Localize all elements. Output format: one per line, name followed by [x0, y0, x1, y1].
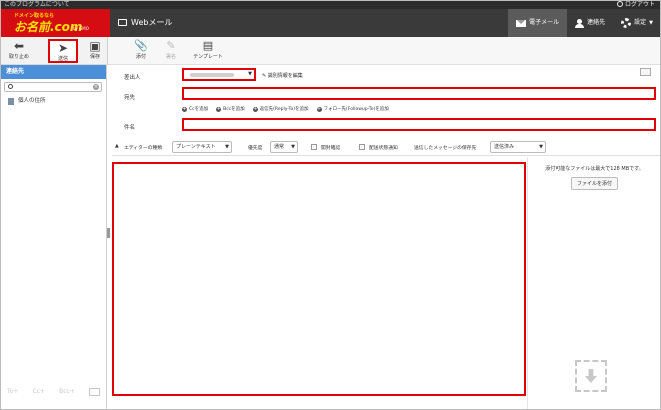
save-button[interactable]: ▣ 保存 — [80, 39, 110, 63]
read-receipt-label: 開封確認 — [321, 146, 341, 151]
attach-label: 添付 — [135, 54, 146, 60]
chevron-down-icon: ▼ — [291, 144, 295, 150]
download-arrow-icon — [585, 369, 597, 383]
nav-settings[interactable]: 設定 ▼ — [613, 9, 661, 37]
save-sent-label: 送信したメッセージの保存先 — [414, 146, 477, 151]
compose-options-row: ▲ エディターの種類 プレーンテキスト ▼ 優先度 通常 ▼ 開封確認 配送状態通知… — [112, 139, 661, 156]
sidebar-resize-handle[interactable] — [107, 228, 110, 238]
cancel-button[interactable]: ⬅ 取り止め — [4, 39, 34, 63]
logout-label: ログアウト — [624, 1, 655, 8]
cancel-label: 取り止め — [8, 54, 29, 60]
recipient-add-buttons: To+ Cc+ Bcc+ — [0, 388, 107, 396]
add-to-button[interactable]: To+ — [7, 388, 18, 396]
priority-value: 通常 — [274, 144, 285, 150]
attach-button[interactable]: 📎 添付 — [126, 39, 156, 63]
editor-type-select[interactable]: プレーンテキスト ▼ — [172, 141, 232, 153]
contacts-sidebar: 連絡先 × 個人の住所 To+ Cc+ Bcc+ — [0, 65, 107, 410]
chevron-down-icon: ▼ — [248, 71, 252, 77]
add-cc-link[interactable]: Ccを追加 — [182, 106, 208, 112]
nav-contacts-label: 連絡先 — [587, 19, 606, 26]
nav-settings-label: 設定 — [634, 19, 647, 26]
from-select[interactable]: ▼ — [182, 68, 256, 81]
vcard-icon[interactable] — [88, 388, 100, 396]
add-cc-button[interactable]: Cc+ — [32, 388, 45, 396]
header-bar: ドメイン取るなら お名前.com by GMO Webメール 電子メール 連絡先… — [0, 9, 661, 37]
contacts-search-input[interactable]: × — [4, 82, 102, 92]
header-nav: 電子メール 連絡先 設定 ▼ — [508, 9, 661, 37]
attachment-divider — [527, 157, 528, 410]
message-body-textarea[interactable] — [112, 162, 526, 396]
chevron-down-icon: ▼ — [649, 20, 653, 26]
nav-mail[interactable]: 電子メール — [508, 9, 568, 37]
save-box-icon: ▣ — [89, 39, 101, 53]
delivery-status-checkbox[interactable] — [359, 144, 365, 150]
app-title-label: Webメール — [131, 18, 173, 27]
editor-type-label: エディターの種類 — [124, 146, 163, 151]
signature-label: 署名 — [165, 54, 176, 60]
envelope-icon — [516, 19, 527, 27]
arrow-left-icon: ⬅ — [13, 39, 25, 53]
template-label: テンプレート — [193, 54, 223, 60]
document-icon: ▤ — [202, 39, 214, 52]
from-value-redacted — [190, 73, 234, 77]
edit-identity-link[interactable]: ✎ 識別情報を編集 — [262, 72, 303, 79]
logo-sub: by GMO — [73, 26, 89, 31]
attachment-limit-text: 添付可能なファイルは最大で128 MBです。 — [545, 166, 644, 172]
left-toolbar: ⬅ 取り止め ➤ 送信 ▣ 保存 — [0, 37, 108, 65]
chevron-down-icon: ▼ — [225, 144, 229, 150]
compose-toolbar: 📎 添付 ✎ 署名 ▤ テンプレート — [108, 37, 661, 65]
file-drop-zone[interactable] — [575, 360, 607, 392]
priority-label: 優先度 — [248, 146, 263, 151]
sidebar-item-label: 個人の住所 — [18, 98, 46, 104]
subject-label: 件名 — [124, 125, 136, 131]
app-title: Webメール — [118, 9, 172, 37]
sidebar-title: 連絡先 — [0, 65, 106, 79]
top-strip: このプログラムについて ログアウト — [0, 0, 661, 9]
monitor-icon — [118, 19, 127, 26]
subject-input[interactable] — [182, 118, 656, 131]
logout-link[interactable]: ログアウト — [616, 0, 655, 9]
nav-mail-label: 電子メール — [529, 19, 560, 26]
to-label: 宛先 — [124, 95, 136, 101]
add-header-links: Ccを追加 Bccを追加 返信先(Reply-To)を追加 フォロー先(Foll… — [182, 106, 389, 112]
edit-identity-label: 識別情報を編集 — [267, 73, 303, 79]
add-followup-to-link[interactable]: フォロー先(Followup-To)を追加 — [317, 106, 389, 112]
save-label: 保存 — [89, 54, 100, 60]
address-book-icon — [8, 97, 14, 105]
collapse-icon[interactable]: ▲ — [115, 144, 119, 149]
paper-plane-icon: ➤ — [57, 41, 69, 55]
add-reply-to-link[interactable]: 返信先(Reply-To)を追加 — [253, 106, 309, 112]
save-sent-value: 送信済み — [494, 144, 515, 150]
person-icon — [575, 18, 585, 28]
gear-icon — [621, 18, 632, 28]
expand-window-button[interactable] — [640, 68, 651, 76]
attach-file-button[interactable]: ファイルを添付 — [570, 177, 618, 190]
send-label: 送信 — [57, 56, 68, 62]
read-receipt-checkbox[interactable] — [311, 144, 317, 150]
brand-logo[interactable]: ドメイン取るなら お名前.com by GMO — [0, 9, 110, 37]
chevron-down-icon: ▼ — [539, 144, 543, 150]
template-button[interactable]: ▤ テンプレート — [188, 39, 228, 63]
search-icon — [8, 84, 13, 89]
signature-button[interactable]: ✎ 署名 — [156, 39, 186, 63]
to-input[interactable] — [182, 87, 656, 100]
send-button[interactable]: ➤ 送信 — [48, 39, 78, 63]
power-icon — [616, 1, 623, 7]
about-link[interactable]: このプログラムについて — [4, 1, 70, 8]
from-label: 差出人 — [124, 75, 141, 81]
add-bcc-link[interactable]: Bccを追加 — [216, 106, 245, 112]
editor-type-value: プレーンテキスト — [176, 144, 216, 150]
pen-icon: ✎ — [166, 39, 176, 52]
clear-icon[interactable]: × — [93, 84, 99, 90]
save-sent-select[interactable]: 送信済み ▼ — [490, 141, 546, 153]
attachment-panel: 添付可能なファイルは最大で128 MBです。 ファイルを添付 — [528, 165, 661, 190]
add-bcc-button[interactable]: Bcc+ — [59, 388, 75, 396]
delivery-status-label: 配送状態通知 — [369, 146, 398, 151]
paperclip-icon: 📎 — [134, 39, 148, 52]
priority-select[interactable]: 通常 ▼ — [270, 141, 298, 153]
nav-contacts[interactable]: 連絡先 — [567, 9, 613, 37]
sidebar-item-personal[interactable]: 個人の住所 — [0, 95, 106, 107]
